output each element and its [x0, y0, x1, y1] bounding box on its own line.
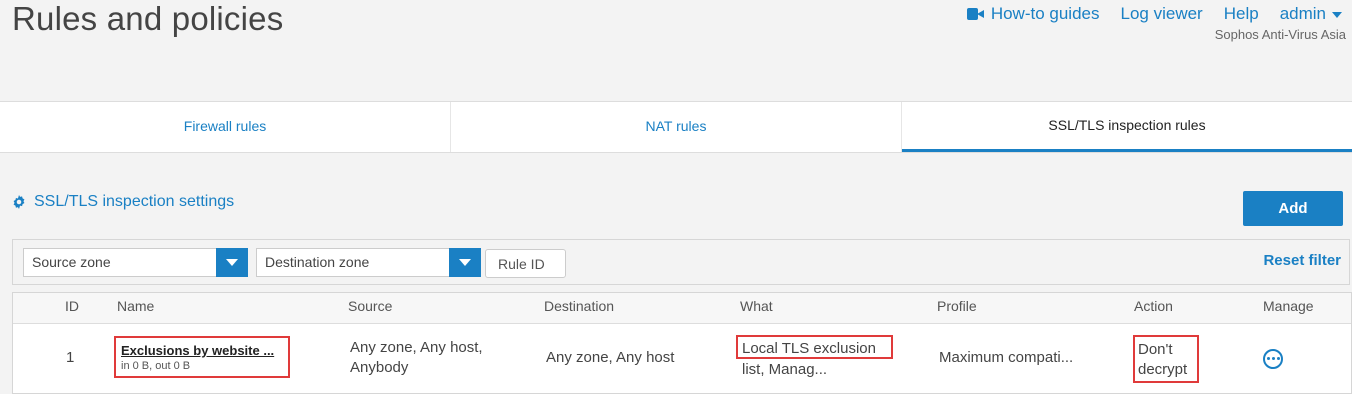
admin-menu[interactable]: admin	[1280, 4, 1342, 24]
column-header-profile: Profile	[937, 298, 977, 314]
rule-what: Local TLS exclusion list, Manag...	[742, 338, 876, 380]
column-header-action: Action	[1134, 298, 1173, 314]
column-header-what: What	[740, 298, 773, 314]
ssl-tls-settings-link[interactable]: SSL/TLS inspection settings	[12, 193, 234, 211]
rule-action-line1: Don't	[1138, 341, 1173, 358]
rule-what-line1: Local TLS exclusion	[742, 340, 876, 357]
filter-bar: Source zone Destination zone Reset filte…	[12, 239, 1350, 285]
help-link[interactable]: Help	[1224, 4, 1259, 24]
rules-tabs: Firewall rules NAT rules SSL/TLS inspect…	[0, 101, 1352, 153]
column-header-name: Name	[117, 298, 155, 314]
table-header: ID Name Source Destination What Profile …	[13, 293, 1351, 324]
tab-nat-rules[interactable]: NAT rules	[451, 102, 902, 152]
rule-source-line1: Any zone, Any host,	[350, 339, 483, 356]
action-highlight: Don't decrypt	[1133, 335, 1199, 383]
howto-guides-label: How-to guides	[990, 4, 1100, 23]
admin-label: admin	[1279, 4, 1326, 23]
reset-filter-link[interactable]: Reset filter	[1263, 252, 1341, 269]
rule-traffic-stats: in 0 B, out 0 B	[121, 360, 191, 372]
rule-source-line2: Anybody	[350, 359, 409, 376]
organization-name: Sophos Anti-Virus Asia	[1214, 27, 1346, 42]
video-camera-icon	[966, 7, 985, 21]
rule-action-line2: decrypt	[1138, 361, 1188, 378]
rule-what-line2: list, Manag...	[742, 361, 828, 378]
rule-profile: Maximum compati...	[939, 349, 1074, 366]
page-title: Rules and policies	[12, 0, 284, 37]
gear-icon	[13, 195, 25, 209]
chevron-down-icon	[216, 248, 248, 277]
destination-zone-value: Destination zone	[265, 254, 370, 270]
log-viewer-link[interactable]: Log viewer	[1121, 4, 1203, 24]
column-header-id: ID	[65, 298, 79, 314]
column-header-manage: Manage	[1263, 298, 1314, 314]
rules-table: ID Name Source Destination What Profile …	[12, 292, 1352, 394]
column-header-source: Source	[348, 298, 393, 314]
more-options-icon[interactable]	[1263, 349, 1283, 369]
caret-down-icon	[1332, 12, 1342, 18]
chevron-down-icon	[449, 248, 481, 277]
source-zone-select[interactable]: Source zone	[23, 248, 248, 277]
ssl-tls-settings-label: SSL/TLS inspection settings	[34, 193, 235, 210]
column-header-destination: Destination	[544, 298, 615, 314]
tab-firewall-rules[interactable]: Firewall rules	[0, 102, 451, 152]
howto-guides-link[interactable]: How-to guides	[966, 4, 1100, 24]
name-highlight: Exclusions by website ... in 0 B, out 0 …	[114, 336, 290, 378]
tab-ssl-tls-inspection-rules[interactable]: SSL/TLS inspection rules	[902, 102, 1352, 152]
rule-name-link[interactable]: Exclusions by website ...	[121, 343, 274, 358]
rule-destination: Any zone, Any host	[546, 349, 675, 366]
header-links: How-to guides Log viewer Help admin	[966, 4, 1342, 24]
rule-id-input[interactable]	[485, 249, 566, 278]
rule-source: Any zone, Any host, Anybody	[350, 338, 483, 378]
rule-id: 1	[66, 349, 75, 366]
add-button[interactable]: Add	[1243, 191, 1343, 226]
source-zone-value: Source zone	[32, 254, 111, 270]
destination-zone-select[interactable]: Destination zone	[256, 248, 481, 277]
table-row[interactable]: 1 Exclusions by website ... in 0 B, out …	[13, 324, 1351, 394]
